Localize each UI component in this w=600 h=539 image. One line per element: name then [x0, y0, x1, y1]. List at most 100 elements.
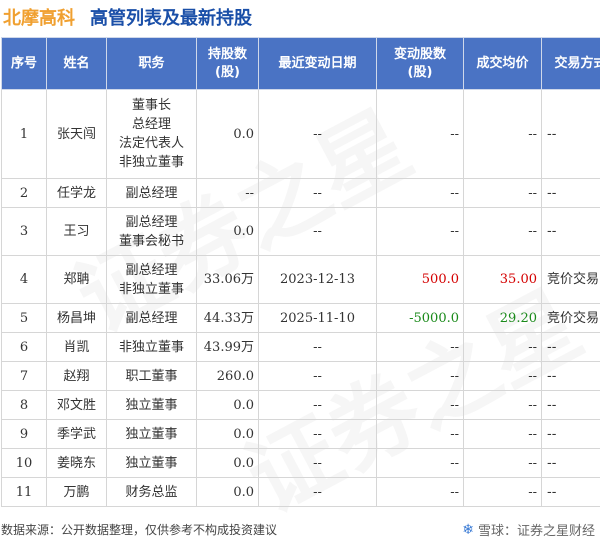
- cell-date: 2025-11-10: [258, 303, 377, 333]
- cell-no: 9: [1, 419, 47, 449]
- cell-role: 职工董事: [106, 361, 197, 391]
- cell-date: --: [258, 332, 377, 362]
- cell-no: 2: [1, 178, 47, 208]
- cell-name: 万鹏: [46, 477, 107, 507]
- role-line: 董事会秘书: [118, 233, 184, 249]
- role-line: 董事长: [131, 98, 171, 113]
- table-row: 1 张天闯 董事长 总经理 法定代表人 非独立董事 0.0 -- -- -- --: [1, 89, 600, 179]
- cell-method: --: [541, 477, 600, 507]
- cell-role: 副总经理 董事会秘书: [106, 207, 197, 256]
- table-row: 11 万鹏 财务总监 0.0 -- -- -- --: [1, 477, 600, 507]
- cell-price: --: [463, 89, 542, 179]
- cell-role: 董事长总经理法定代表人非独立董事: [106, 89, 197, 179]
- cell-no: 11: [1, 477, 47, 507]
- table-row: 9 季学武 独立董事 0.0 -- -- -- --: [1, 419, 600, 449]
- snowball-icon: ❄: [462, 521, 474, 538]
- cell-name: 张天闯: [46, 89, 107, 179]
- cell-method: --: [541, 390, 600, 420]
- cell-change: -5000.0: [376, 303, 464, 333]
- cell-change: --: [376, 448, 464, 478]
- cell-role: 独立董事: [106, 390, 197, 420]
- role-line: 副总经理: [125, 214, 178, 230]
- cell-date: 2023-12-13: [258, 255, 377, 304]
- cell-date: --: [258, 477, 377, 507]
- footer: 数据来源：公开数据整理，仅供参考不构成投资建议 ❄ 雪球：证券之星财经: [1, 518, 599, 539]
- table-row: 3 王习 副总经理 董事会秘书 0.0 -- -- -- --: [1, 207, 600, 256]
- brand: ❄ 雪球：证券之星财经: [462, 520, 595, 539]
- col-header-change: 变动股数 (股): [376, 37, 464, 90]
- cell-name: 季学武: [46, 419, 107, 449]
- cell-price: --: [463, 207, 542, 256]
- cell-method: --: [541, 419, 600, 449]
- cell-no: 7: [1, 361, 47, 391]
- role-line: 副总经理: [125, 185, 178, 201]
- data-source-note: 数据来源：公开数据整理，仅供参考不构成投资建议: [1, 523, 278, 537]
- table-row: 8 邓文胜 独立董事 0.0 -- -- -- --: [1, 390, 600, 420]
- table-row: 5 杨昌坤 副总经理 44.33万 2025-11-10 -5000.0 29.20 竞价交易: [1, 303, 600, 333]
- role-line: 非独立董事: [118, 339, 184, 355]
- cell-price: --: [463, 361, 542, 391]
- role-line: 非独立董事: [118, 281, 184, 297]
- cell-date: --: [258, 178, 377, 208]
- role-line: 财务总监: [125, 484, 178, 500]
- cell-shares: 0.0: [196, 390, 259, 420]
- cell-method: --: [541, 207, 600, 256]
- cell-date: --: [258, 448, 377, 478]
- cell-date: --: [258, 419, 377, 449]
- role-line: 独立董事: [125, 426, 178, 442]
- cell-name: 邓文胜: [46, 390, 107, 420]
- executives-table: 序号 姓名 职务 持股数 (股) 最近变动日期 变动股数 (股) 成交均价 交易…: [1, 37, 600, 507]
- cell-name: 肖凯: [46, 332, 107, 362]
- cell-method: --: [541, 361, 600, 391]
- cell-price: --: [463, 448, 542, 478]
- cell-role: 独立董事: [106, 419, 197, 449]
- table-row: 7 赵翔 职工董事 260.0 -- -- -- --: [1, 361, 600, 391]
- cell-shares: 0.0: [196, 419, 259, 449]
- title-bar: 北摩高科 高管列表及最新持股: [0, 0, 600, 34]
- cell-shares: 0.0: [196, 477, 259, 507]
- cell-no: 3: [1, 207, 47, 256]
- cell-price: --: [463, 178, 542, 208]
- cell-shares: 44.33万: [196, 303, 259, 333]
- col-header-method: 交易方式: [541, 37, 600, 90]
- cell-price: 29.20: [463, 303, 542, 333]
- cell-method: 竞价交易: [541, 303, 600, 333]
- cell-shares: 260.0: [196, 361, 259, 391]
- cell-change: --: [376, 361, 464, 391]
- cell-role: 副总经理: [106, 303, 197, 333]
- role-line: 法定代表人: [118, 136, 184, 151]
- cell-method: --: [541, 89, 600, 179]
- cell-method: --: [541, 332, 600, 362]
- brand-text: 雪球：证券之星财经: [477, 524, 595, 539]
- role-line: 总经理: [131, 117, 171, 132]
- cell-price: --: [463, 419, 542, 449]
- cell-method: --: [541, 178, 600, 208]
- cell-price: 35.00: [463, 255, 542, 304]
- cell-shares: 0.0: [196, 448, 259, 478]
- role-line: 非独立董事: [118, 155, 184, 170]
- col-header-shares: 持股数 (股): [196, 37, 259, 90]
- cell-shares: 0.0: [196, 207, 259, 256]
- cell-role: 财务总监: [106, 477, 197, 507]
- role-line: 职工董事: [125, 368, 178, 384]
- cell-price: --: [463, 477, 542, 507]
- table-row: 4 郑聃 副总经理 非独立董事 33.06万 2023-12-13 500.0 35.00 竞价…: [1, 255, 600, 304]
- cell-date: --: [258, 89, 377, 179]
- cell-change: --: [376, 332, 464, 362]
- cell-price: --: [463, 390, 542, 420]
- cell-shares: 0.0: [196, 89, 259, 179]
- cell-change: --: [376, 390, 464, 420]
- cell-role: 非独立董事: [106, 332, 197, 362]
- cell-method: --: [541, 448, 600, 478]
- role-line: 独立董事: [125, 397, 178, 413]
- cell-no: 10: [1, 448, 47, 478]
- role-line: 副总经理: [125, 262, 178, 278]
- cell-no: 1: [1, 89, 47, 179]
- role-line: 独立董事: [125, 455, 178, 471]
- cell-name: 姜晓东: [46, 448, 107, 478]
- table-row: 6 肖凯 非独立董事 43.99万 -- -- -- --: [1, 332, 600, 362]
- cell-date: --: [258, 361, 377, 391]
- cell-date: --: [258, 390, 377, 420]
- cell-name: 任学龙: [46, 178, 107, 208]
- cell-method: 竞价交易: [541, 255, 600, 304]
